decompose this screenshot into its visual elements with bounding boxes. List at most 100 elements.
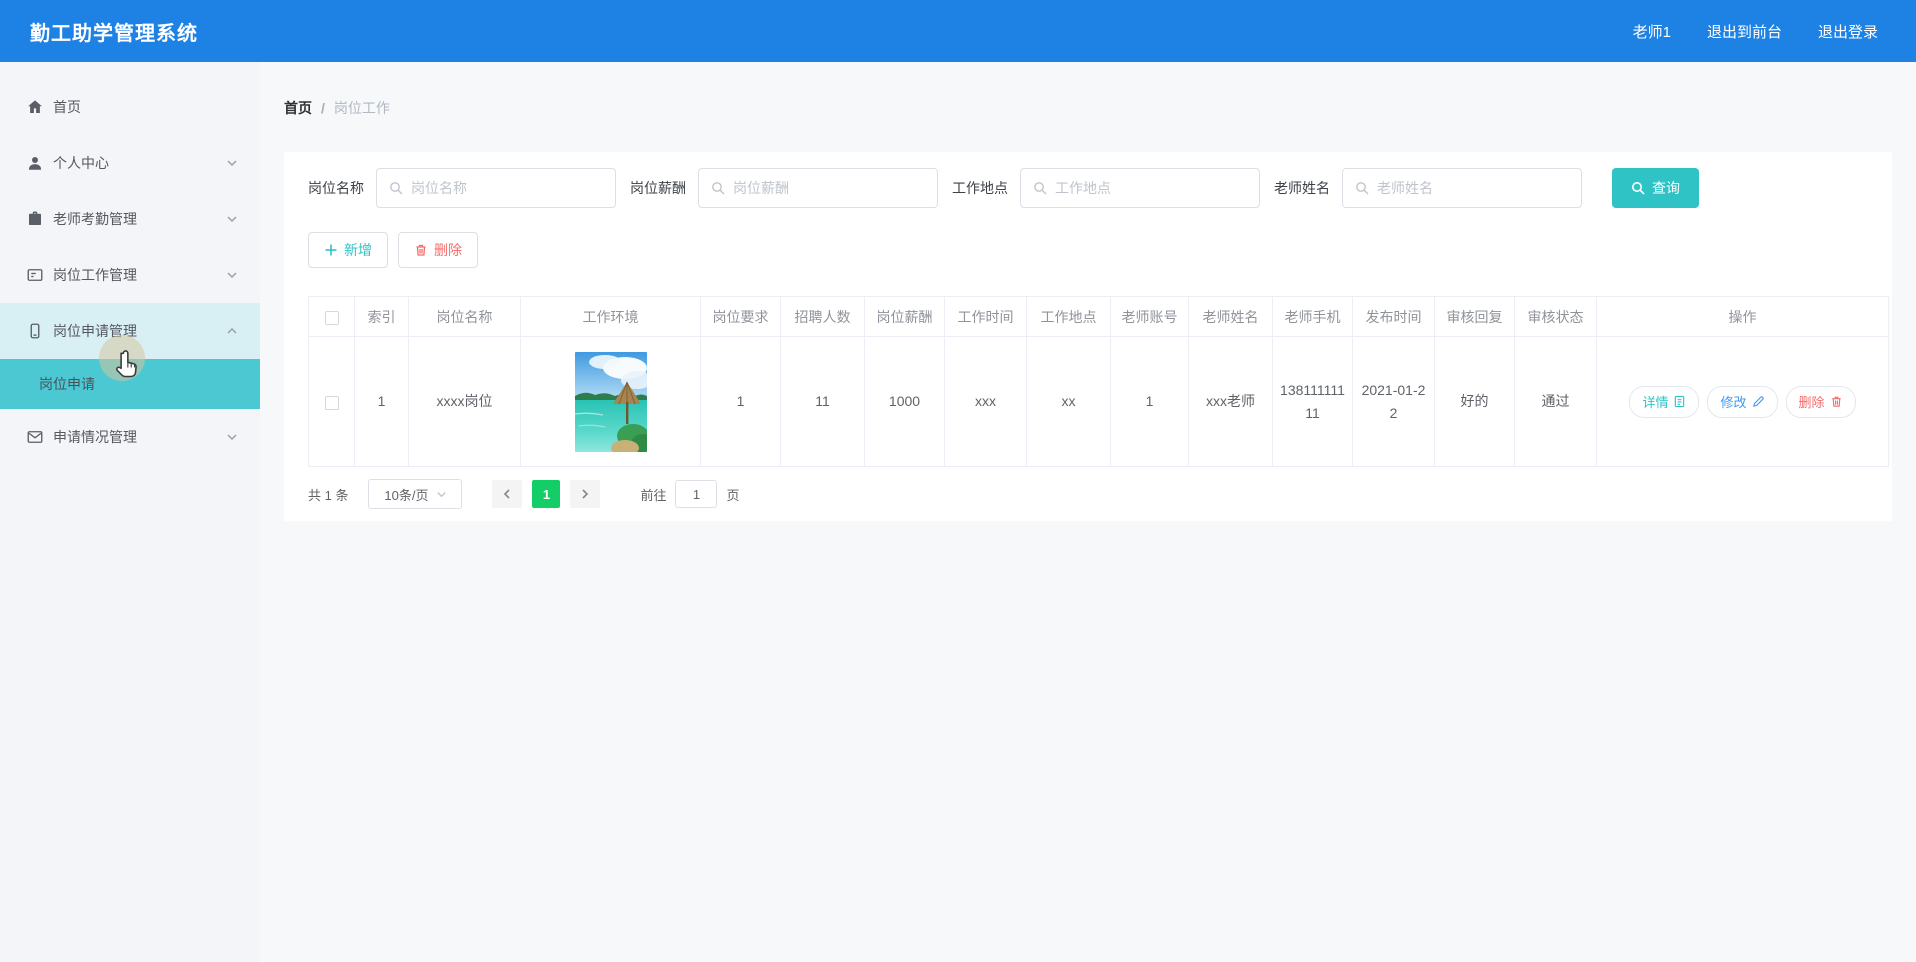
- trash-icon: [1831, 396, 1841, 407]
- salary-input-wrap: [698, 168, 938, 208]
- header-nav: 老师1 退出到前台 退出登录: [1633, 21, 1878, 42]
- pencil-icon: [1752, 396, 1764, 407]
- salary-input[interactable]: [733, 180, 925, 196]
- sidebar-item-job-work-mgmt[interactable]: 岗位工作管理: [0, 247, 260, 303]
- col-header-work-place: 工作地点: [1026, 296, 1111, 337]
- add-button[interactable]: 新增: [308, 232, 388, 268]
- briefcase-icon: [29, 211, 41, 225]
- col-header-recruit-count: 招聘人数: [780, 296, 865, 337]
- document-icon: [1675, 395, 1685, 408]
- row-checkbox[interactable]: [324, 395, 339, 410]
- cell-teacher-account: 1: [1110, 336, 1189, 467]
- plus-icon: [325, 244, 337, 256]
- select-all-checkbox[interactable]: [324, 310, 339, 325]
- cell-actions: 详情 修改 删除: [1596, 336, 1889, 467]
- col-header-teacher-account: 老师账号: [1110, 296, 1189, 337]
- chevron-down-icon: [227, 272, 237, 279]
- header-logout-link[interactable]: 退出登录: [1818, 21, 1878, 42]
- sidebar-item-apply-status-mgmt[interactable]: 申请情况管理: [0, 409, 260, 465]
- teacher-input[interactable]: [1377, 180, 1569, 196]
- place-input-wrap: [1020, 168, 1260, 208]
- search-icon: [390, 182, 403, 195]
- filter-label: 工作地点: [952, 180, 1008, 196]
- col-header-requirement: 岗位要求: [700, 296, 781, 337]
- page-number-active[interactable]: 1: [532, 480, 561, 508]
- cell-work-place: xx: [1026, 336, 1111, 467]
- header-logout-front-link[interactable]: 退出到前台: [1707, 21, 1782, 42]
- delete-button[interactable]: 删除: [1785, 385, 1856, 418]
- cell-requirement: 1: [700, 336, 781, 467]
- home-icon: [28, 100, 42, 113]
- filter-label: 岗位名称: [308, 180, 364, 196]
- col-header-job-name: 岗位名称: [408, 296, 521, 337]
- content-card: 岗位名称 岗位薪酬 工作地点: [284, 152, 1892, 521]
- col-header-work-env: 工作环境: [520, 296, 701, 337]
- header-username[interactable]: 老师1: [1633, 21, 1671, 42]
- detail-button[interactable]: 详情: [1629, 385, 1700, 418]
- breadcrumb: 首页 / 岗位工作: [284, 98, 390, 118]
- place-input[interactable]: [1055, 180, 1247, 196]
- col-header-audit-reply: 审核回复: [1434, 296, 1515, 337]
- breadcrumb-home[interactable]: 首页: [284, 98, 312, 118]
- sidebar-item-label: 岗位工作管理: [53, 267, 137, 283]
- user-icon: [29, 157, 41, 170]
- next-page-button[interactable]: [570, 480, 601, 508]
- chevron-down-icon: [227, 434, 237, 441]
- form-icon: [27, 269, 43, 281]
- sidebar-item-teacher-attendance[interactable]: 老师考勤管理: [0, 191, 260, 247]
- filter-row: 岗位名称 岗位薪酬 工作地点: [308, 168, 1868, 208]
- pagination-total: 共 1 条: [308, 487, 349, 503]
- cell-salary: 1000: [864, 336, 945, 467]
- main-content: 首页 / 岗位工作 岗位名称 岗位薪酬: [260, 62, 1916, 962]
- search-icon: [1632, 182, 1645, 195]
- sidebar: 首页 个人中心 老师考勤管理 岗位工作管理 岗位申请管理 岗位申请 申请情况管理: [0, 62, 260, 962]
- col-header-select: [308, 296, 355, 337]
- prev-page-button[interactable]: [492, 480, 523, 508]
- chevron-right-icon: [582, 489, 589, 499]
- col-header-audit-status: 审核状态: [1514, 296, 1597, 337]
- breadcrumb-separator: /: [321, 100, 325, 116]
- mobile-icon: [30, 323, 40, 339]
- col-header-work-time: 工作时间: [944, 296, 1027, 337]
- filter-label: 岗位薪酬: [630, 180, 686, 196]
- chevron-down-icon: [436, 491, 446, 497]
- sidebar-item-job-apply-mgmt[interactable]: 岗位申请管理: [0, 303, 260, 359]
- sidebar-item-home[interactable]: 首页: [0, 79, 260, 135]
- chevron-up-icon: [227, 327, 237, 334]
- batch-delete-button[interactable]: 删除: [398, 232, 478, 268]
- cell-teacher-name: xxx老师: [1188, 336, 1273, 467]
- chevron-left-icon: [504, 489, 511, 499]
- filter-place: 工作地点: [952, 168, 1260, 208]
- chevron-down-icon: [227, 216, 237, 223]
- sidebar-item-label: 申请情况管理: [53, 429, 137, 445]
- cell-audit-reply: 好的: [1434, 336, 1515, 467]
- cell-job-name: xxxx岗位: [408, 336, 521, 467]
- col-header-index: 索引: [354, 296, 409, 337]
- cell-index: 1: [354, 336, 409, 467]
- goto-unit: 页: [726, 487, 740, 503]
- goto-page-input[interactable]: [675, 480, 718, 508]
- search-button[interactable]: 查询: [1612, 168, 1699, 208]
- filter-salary: 岗位薪酬: [630, 168, 938, 208]
- search-icon: [712, 182, 725, 195]
- app-root: 勤工助学管理系统 老师1 退出到前台 退出登录 首页 个人中心 老师考勤管理 岗…: [0, 0, 1916, 962]
- sidebar-item-personal-center[interactable]: 个人中心: [0, 135, 260, 191]
- work-environment-image[interactable]: [574, 351, 647, 452]
- table-row: 1 xxxx岗位 1 11 1000 xxx xx 1 xxx老师 138111…: [308, 336, 1889, 467]
- edit-button[interactable]: 修改: [1707, 385, 1778, 418]
- filter-teacher: 老师姓名: [1274, 168, 1582, 208]
- sidebar-subitem-job-apply[interactable]: 岗位申请: [0, 359, 260, 409]
- col-header-teacher-name: 老师姓名: [1188, 296, 1273, 337]
- col-header-publish-date: 发布时间: [1352, 296, 1435, 337]
- col-header-teacher-phone: 老师手机: [1272, 296, 1353, 337]
- job-name-input-wrap: [376, 168, 616, 208]
- search-icon: [1356, 182, 1369, 195]
- sidebar-item-label: 岗位申请管理: [53, 323, 137, 339]
- job-name-input[interactable]: [411, 180, 603, 196]
- mail-icon: [27, 431, 43, 443]
- page-size-select[interactable]: 10条/页: [368, 479, 463, 509]
- cell-work-env: [520, 336, 701, 467]
- pagination-goto: 前往 页: [640, 480, 740, 508]
- sidebar-item-label: 首页: [53, 99, 81, 115]
- table-header-row: 索引 岗位名称 工作环境 岗位要求 招聘人数 岗位薪酬 工作时间 工作地点 老师…: [308, 296, 1889, 337]
